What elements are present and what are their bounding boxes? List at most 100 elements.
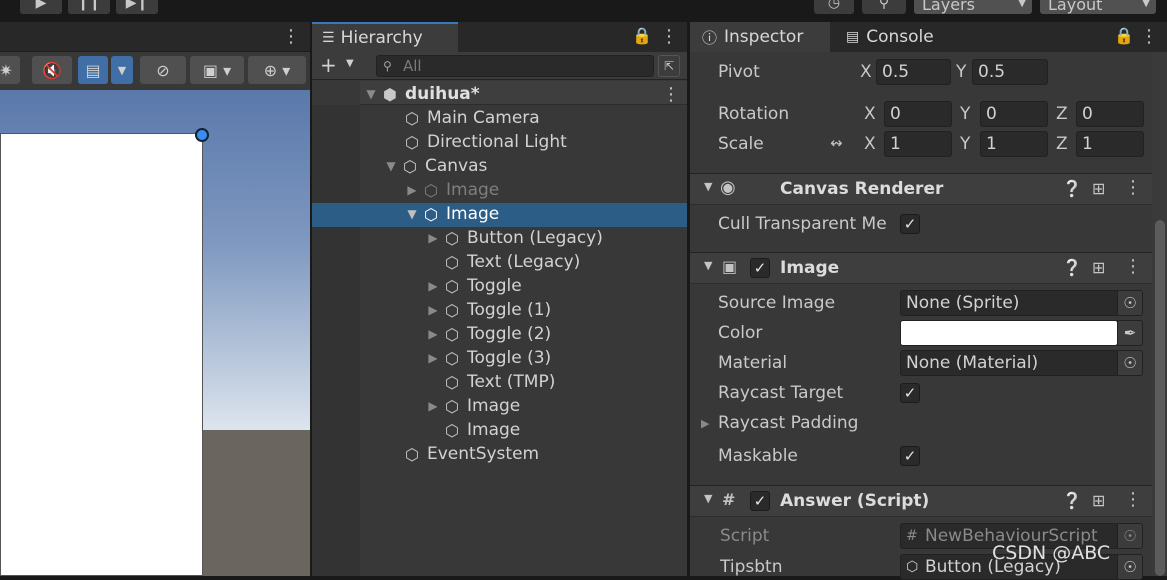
list-item[interactable]: ⬡ Directional Light: [402, 130, 567, 154]
layers-visibility-icon[interactable]: ▤: [78, 56, 108, 84]
list-item[interactable]: ▼ ⬡ Canvas: [382, 154, 487, 178]
image-icon: ▣: [722, 257, 738, 276]
list-item[interactable]: ▶ ⬡ Toggle: [424, 274, 521, 298]
gizmo-icon[interactable]: ✷: [0, 56, 20, 84]
search-icon[interactable]: ⚲: [862, 0, 906, 14]
chevron-down-icon[interactable]: ▼: [704, 259, 712, 272]
gameobject-icon: ⬡: [424, 180, 438, 200]
cull-transparent-checkbox[interactable]: ✓: [900, 214, 920, 234]
chevron-right-icon[interactable]: ▶: [424, 399, 442, 413]
color-swatch[interactable]: [900, 320, 1118, 346]
lock-icon[interactable]: 🔒: [632, 26, 652, 45]
layers-dropdown[interactable]: Layers ▼: [914, 0, 1032, 14]
rect-handle[interactable]: [195, 128, 209, 142]
list-item[interactable]: ▼ ⬡ Image: [403, 202, 499, 226]
hidden-objects-icon[interactable]: ⊘: [140, 56, 186, 84]
list-item[interactable]: ⬡ EventSystem: [402, 442, 539, 466]
add-icon[interactable]: +: [320, 53, 337, 77]
scale-x-label: X: [864, 134, 876, 154]
chevron-right-icon[interactable]: ▶: [424, 327, 442, 341]
maskable-checkbox[interactable]: ✓: [900, 446, 920, 466]
more-options-icon[interactable]: ⋮: [1124, 489, 1142, 510]
scene-header[interactable]: ▼ ⬢ duihua*: [362, 82, 479, 106]
audio-mute-icon[interactable]: 🔇: [32, 56, 72, 84]
pause-button[interactable]: ❙❙: [68, 0, 110, 14]
play-button[interactable]: ▶: [20, 0, 62, 14]
step-button[interactable]: ▶❙: [116, 0, 158, 14]
more-options-icon[interactable]: ⋮: [662, 84, 680, 105]
list-item[interactable]: ▶ ⬡ Image: [403, 178, 499, 202]
source-image-field[interactable]: None (Sprite): [900, 290, 1118, 316]
canvas-rect[interactable]: [0, 133, 203, 576]
chevron-down-icon[interactable]: ▼: [704, 492, 712, 505]
preset-icon[interactable]: ⊞: [1092, 179, 1105, 198]
chevron-right-icon[interactable]: ▶: [424, 303, 442, 317]
chevron-right-icon[interactable]: ▶: [701, 417, 709, 430]
rotation-y-field[interactable]: 0: [980, 101, 1048, 127]
list-item[interactable]: ⬡ Main Camera: [402, 106, 540, 130]
chevron-right-icon[interactable]: ▶: [424, 351, 442, 365]
image-component-header[interactable]: ▼ ▣ ✓ Image ❔ ⊞ ⋮: [690, 252, 1152, 284]
more-options-icon[interactable]: ⋮: [1140, 26, 1158, 47]
chevron-down-icon[interactable]: ▼: [346, 58, 354, 69]
history-icon[interactable]: ◷: [814, 0, 854, 14]
chevron-down-icon[interactable]: ▼: [704, 180, 712, 193]
more-options-icon[interactable]: ⋮: [1124, 177, 1142, 198]
list-item[interactable]: ▶ ⬡ Toggle (3): [424, 346, 551, 370]
more-options-icon[interactable]: ⋮: [1124, 256, 1142, 277]
answer-script-header[interactable]: ▼ # ✓ Answer (Script) ❔ ⊞ ⋮: [690, 485, 1152, 517]
chevron-right-icon[interactable]: ▶: [403, 183, 421, 197]
enabled-checkbox[interactable]: ✓: [750, 491, 770, 511]
rotation-x-field[interactable]: 0: [884, 101, 952, 127]
pivot-x-field[interactable]: 0.5: [876, 59, 951, 85]
help-icon[interactable]: ❔: [1062, 179, 1082, 198]
tab-hierarchy[interactable]: ☰ Hierarchy: [312, 22, 458, 52]
object-picker-icon[interactable]: ☉: [1117, 350, 1143, 376]
tab-console[interactable]: ▤ Console: [834, 22, 974, 52]
eye-icon: ◉: [720, 177, 736, 198]
rotation-z-field[interactable]: 0: [1076, 101, 1144, 127]
tab-inspector[interactable]: ⓘ Inspector: [690, 22, 830, 52]
more-options-icon[interactable]: ⋮: [660, 26, 678, 47]
list-item[interactable]: ⬡ Text (Legacy): [442, 250, 580, 274]
list-item[interactable]: ▶ ⬡ Toggle (2): [424, 322, 551, 346]
camera-icon[interactable]: ▣ ▾: [190, 56, 244, 84]
hierarchy-search-input[interactable]: ⚲ All: [376, 55, 654, 77]
list-item[interactable]: ⬡ Text (TMP): [442, 370, 555, 394]
maximize-icon[interactable]: ⇱: [658, 55, 680, 77]
enabled-checkbox[interactable]: ✓: [750, 258, 770, 278]
pivot-y-field[interactable]: 0.5: [972, 59, 1048, 85]
eyedropper-icon[interactable]: ✒: [1117, 320, 1143, 346]
raycast-padding-label[interactable]: Raycast Padding: [718, 413, 858, 433]
list-item[interactable]: ⬡ Image: [442, 418, 520, 442]
component-title: Answer (Script): [780, 491, 930, 511]
scale-x-field[interactable]: 1: [884, 131, 952, 157]
gameobject-icon: ⬡: [445, 348, 459, 368]
material-field[interactable]: None (Material): [900, 350, 1118, 376]
more-options-icon[interactable]: ⋮: [282, 26, 300, 47]
chevron-down-icon[interactable]: ▼: [362, 87, 380, 101]
list-item[interactable]: ▶ ⬡ Button (Legacy): [424, 226, 602, 250]
help-icon[interactable]: ❔: [1062, 258, 1082, 277]
list-item[interactable]: ▶ ⬡ Image: [424, 394, 520, 418]
layout-dropdown[interactable]: Layout ▼: [1040, 0, 1156, 14]
object-picker-icon[interactable]: ☉: [1117, 290, 1143, 316]
object-picker-icon[interactable]: ☉: [1117, 554, 1143, 580]
preset-icon[interactable]: ⊞: [1092, 258, 1105, 277]
chevron-right-icon[interactable]: ▶: [424, 231, 442, 245]
chevron-down-icon[interactable]: ▼: [111, 56, 133, 84]
preset-icon[interactable]: ⊞: [1092, 491, 1105, 510]
scale-y-field[interactable]: 1: [980, 131, 1048, 157]
link-icon[interactable]: ↭: [830, 134, 843, 152]
lock-icon[interactable]: 🔒: [1114, 26, 1134, 45]
list-item[interactable]: ▶ ⬡ Toggle (1): [424, 298, 551, 322]
chevron-right-icon[interactable]: ▶: [424, 279, 442, 293]
canvas-renderer-header[interactable]: ▼ ◉ Canvas Renderer ❔ ⊞ ⋮: [690, 173, 1152, 205]
chevron-down-icon[interactable]: ▼: [382, 159, 400, 173]
chevron-down-icon[interactable]: ▼: [403, 207, 421, 221]
raycast-target-checkbox[interactable]: ✓: [900, 383, 920, 403]
scrollbar-thumb[interactable]: [1155, 220, 1165, 576]
gizmos-icon[interactable]: ⊕ ▾: [248, 56, 306, 84]
help-icon[interactable]: ❔: [1062, 491, 1082, 510]
scale-z-field[interactable]: 1: [1076, 131, 1144, 157]
